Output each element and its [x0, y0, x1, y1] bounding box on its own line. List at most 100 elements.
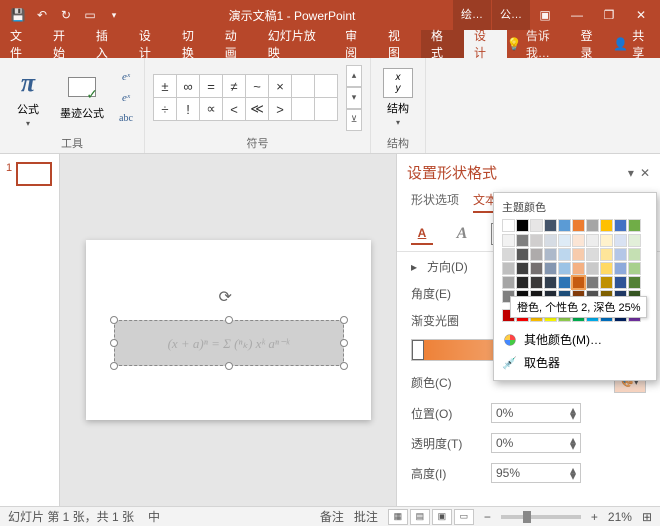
color-swatch[interactable]	[628, 262, 641, 275]
color-swatch[interactable]	[544, 248, 557, 261]
color-swatch[interactable]	[586, 219, 599, 232]
slide-thumbnail[interactable]: 1	[6, 162, 53, 186]
color-swatch[interactable]	[544, 219, 557, 232]
more-colors-item[interactable]: 其他颜色(M)…	[502, 328, 648, 351]
resize-handle[interactable]	[340, 362, 348, 370]
color-swatch[interactable]	[600, 262, 613, 275]
color-swatch[interactable]	[614, 276, 627, 289]
symbol-cell[interactable]: ≪	[246, 98, 268, 120]
fit-to-window-icon[interactable]: ⊞	[642, 510, 652, 524]
color-swatch[interactable]	[502, 276, 515, 289]
symbol-cell[interactable]: ÷	[154, 98, 176, 120]
qat-dropdown-icon[interactable]: ▾	[104, 5, 124, 25]
resize-handle[interactable]	[225, 362, 233, 370]
color-swatch[interactable]	[614, 219, 627, 232]
resize-handle[interactable]	[110, 316, 118, 324]
zoom-out-icon[interactable]: −	[484, 510, 491, 524]
color-swatch[interactable]	[558, 248, 571, 261]
pane-close-icon[interactable]: ✕	[640, 166, 650, 180]
close-icon[interactable]: ✕	[626, 5, 656, 25]
rotate-handle-icon[interactable]: ⟳	[219, 287, 239, 307]
resize-handle[interactable]	[340, 339, 348, 347]
normal-view-icon[interactable]: ▦	[388, 509, 408, 525]
ink-equation-button[interactable]: ✓ 墨迹公式	[56, 73, 108, 123]
text-fill-outline-icon[interactable]: A	[411, 223, 433, 245]
tab-design[interactable]: 设计	[129, 30, 172, 58]
color-swatch[interactable]	[572, 262, 585, 275]
color-swatch[interactable]	[502, 234, 515, 247]
symbol-cell[interactable]	[292, 75, 314, 97]
tab-insert[interactable]: 插入	[86, 30, 129, 58]
color-swatch[interactable]	[530, 219, 543, 232]
color-swatch[interactable]	[628, 234, 641, 247]
color-swatch[interactable]	[614, 248, 627, 261]
color-swatch[interactable]	[600, 248, 613, 261]
color-swatch[interactable]	[572, 276, 585, 289]
start-from-beginning-icon[interactable]: ▭	[80, 5, 100, 25]
resize-handle[interactable]	[110, 362, 118, 370]
color-swatch[interactable]	[586, 234, 599, 247]
normal-text-button[interactable]: abc	[116, 109, 136, 129]
color-swatch[interactable]	[516, 248, 529, 261]
color-swatch[interactable]	[586, 276, 599, 289]
professional-format-button[interactable]: eˣ	[116, 67, 136, 87]
gallery-scroll-up-icon[interactable]: ▴	[346, 65, 362, 87]
color-swatch[interactable]	[600, 234, 613, 247]
expand-icon[interactable]: ▸	[411, 260, 417, 274]
symbol-cell[interactable]: ×	[269, 75, 291, 97]
tab-slideshow[interactable]: 幻灯片放映	[258, 30, 335, 58]
color-swatch[interactable]	[558, 262, 571, 275]
height-spinner[interactable]: 95%▴▾	[491, 463, 581, 483]
symbol-gallery[interactable]: ±∞=≠~×÷!∝<≪>	[153, 74, 338, 121]
color-swatch[interactable]	[502, 219, 515, 232]
tab-animation[interactable]: 动画	[215, 30, 258, 58]
symbol-cell[interactable]: ±	[154, 75, 176, 97]
color-swatch[interactable]	[628, 276, 641, 289]
symbol-cell[interactable]	[315, 98, 337, 120]
ribbon-options-icon[interactable]: ▣	[530, 5, 560, 25]
equation-button[interactable]: π 公式 ▾	[8, 65, 48, 130]
color-swatch[interactable]	[572, 219, 585, 232]
symbol-cell[interactable]	[315, 75, 337, 97]
symbol-cell[interactable]: ∝	[200, 98, 222, 120]
tab-format[interactable]: 格式	[421, 30, 464, 58]
linear-format-button[interactable]: eˣ	[116, 88, 136, 108]
color-swatch[interactable]	[530, 276, 543, 289]
color-swatch[interactable]	[600, 219, 613, 232]
gallery-more-icon[interactable]: ⊻	[346, 109, 362, 131]
gallery-scroll-down-icon[interactable]: ▾	[346, 87, 362, 109]
zoom-slider[interactable]	[501, 515, 581, 519]
symbol-cell[interactable]: !	[177, 98, 199, 120]
color-swatch[interactable]	[586, 248, 599, 261]
color-swatch[interactable]	[572, 234, 585, 247]
color-swatch[interactable]	[614, 262, 627, 275]
slideshow-view-icon[interactable]: ▭	[454, 509, 474, 525]
text-effects-icon[interactable]: A	[451, 223, 473, 245]
save-icon[interactable]: 💾	[8, 5, 28, 25]
position-spinner[interactable]: 0%▴▾	[491, 403, 581, 423]
color-swatch[interactable]	[600, 276, 613, 289]
tab-transitions[interactable]: 切换	[172, 30, 215, 58]
color-swatch[interactable]	[530, 234, 543, 247]
tab-review[interactable]: 审阅	[335, 30, 378, 58]
color-swatch[interactable]	[516, 234, 529, 247]
minimize-icon[interactable]: —	[562, 5, 592, 25]
tell-me-search[interactable]: 💡 告诉我…	[507, 27, 571, 61]
sorter-view-icon[interactable]: ▤	[410, 509, 430, 525]
redo-icon[interactable]: ↻	[56, 5, 76, 25]
symbol-cell[interactable]: ≠	[223, 75, 245, 97]
color-swatch[interactable]	[558, 219, 571, 232]
transparency-spinner[interactable]: 0%▴▾	[491, 433, 581, 453]
symbol-cell[interactable]: <	[223, 98, 245, 120]
zoom-in-icon[interactable]: +	[591, 510, 598, 524]
color-swatch[interactable]	[558, 276, 571, 289]
symbol-cell[interactable]: =	[200, 75, 222, 97]
color-swatch[interactable]	[572, 248, 585, 261]
color-swatch[interactable]	[530, 262, 543, 275]
resize-handle[interactable]	[110, 339, 118, 347]
color-swatch[interactable]	[586, 262, 599, 275]
color-swatch[interactable]	[628, 219, 641, 232]
zoom-handle[interactable]	[523, 511, 531, 523]
symbol-cell[interactable]: ~	[246, 75, 268, 97]
resize-handle[interactable]	[225, 316, 233, 324]
